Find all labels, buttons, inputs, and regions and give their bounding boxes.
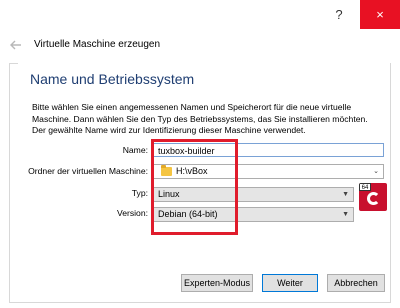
back-arrow-icon[interactable] xyxy=(9,38,23,52)
help-button[interactable]: ? xyxy=(318,0,360,29)
next-button[interactable]: Weiter xyxy=(262,274,318,292)
wizard-title: Virtuelle Maschine erzeugen xyxy=(34,39,161,50)
name-label: Name: xyxy=(122,145,148,155)
debian-os-icon: 64 xyxy=(359,183,387,211)
folder-label: Ordner der virtuellen Maschine: xyxy=(28,166,148,176)
close-button[interactable]: × xyxy=(360,0,400,29)
wizard-header: Virtuelle Maschine erzeugen xyxy=(0,29,400,63)
cancel-button[interactable]: Abbrechen xyxy=(327,274,385,292)
dropdown-arrow-icon: ▼ xyxy=(342,191,349,198)
dropdown-arrow-icon: ▼ xyxy=(342,211,349,218)
version-label: Version: xyxy=(116,208,148,218)
expert-mode-button[interactable]: Experten-Modus xyxy=(181,274,253,292)
page-title: Name und Betriebssystem xyxy=(30,71,195,87)
os-badge: 64 xyxy=(359,183,371,191)
page-description: Bitte wählen Sie einen angemessenen Name… xyxy=(32,102,368,135)
highlight-box xyxy=(151,139,238,235)
type-label: Typ: xyxy=(131,188,148,198)
debian-swirl-icon xyxy=(367,192,380,205)
chevron-down-icon: ⌄ xyxy=(373,168,379,175)
window-titlebar: ? × xyxy=(0,0,400,29)
